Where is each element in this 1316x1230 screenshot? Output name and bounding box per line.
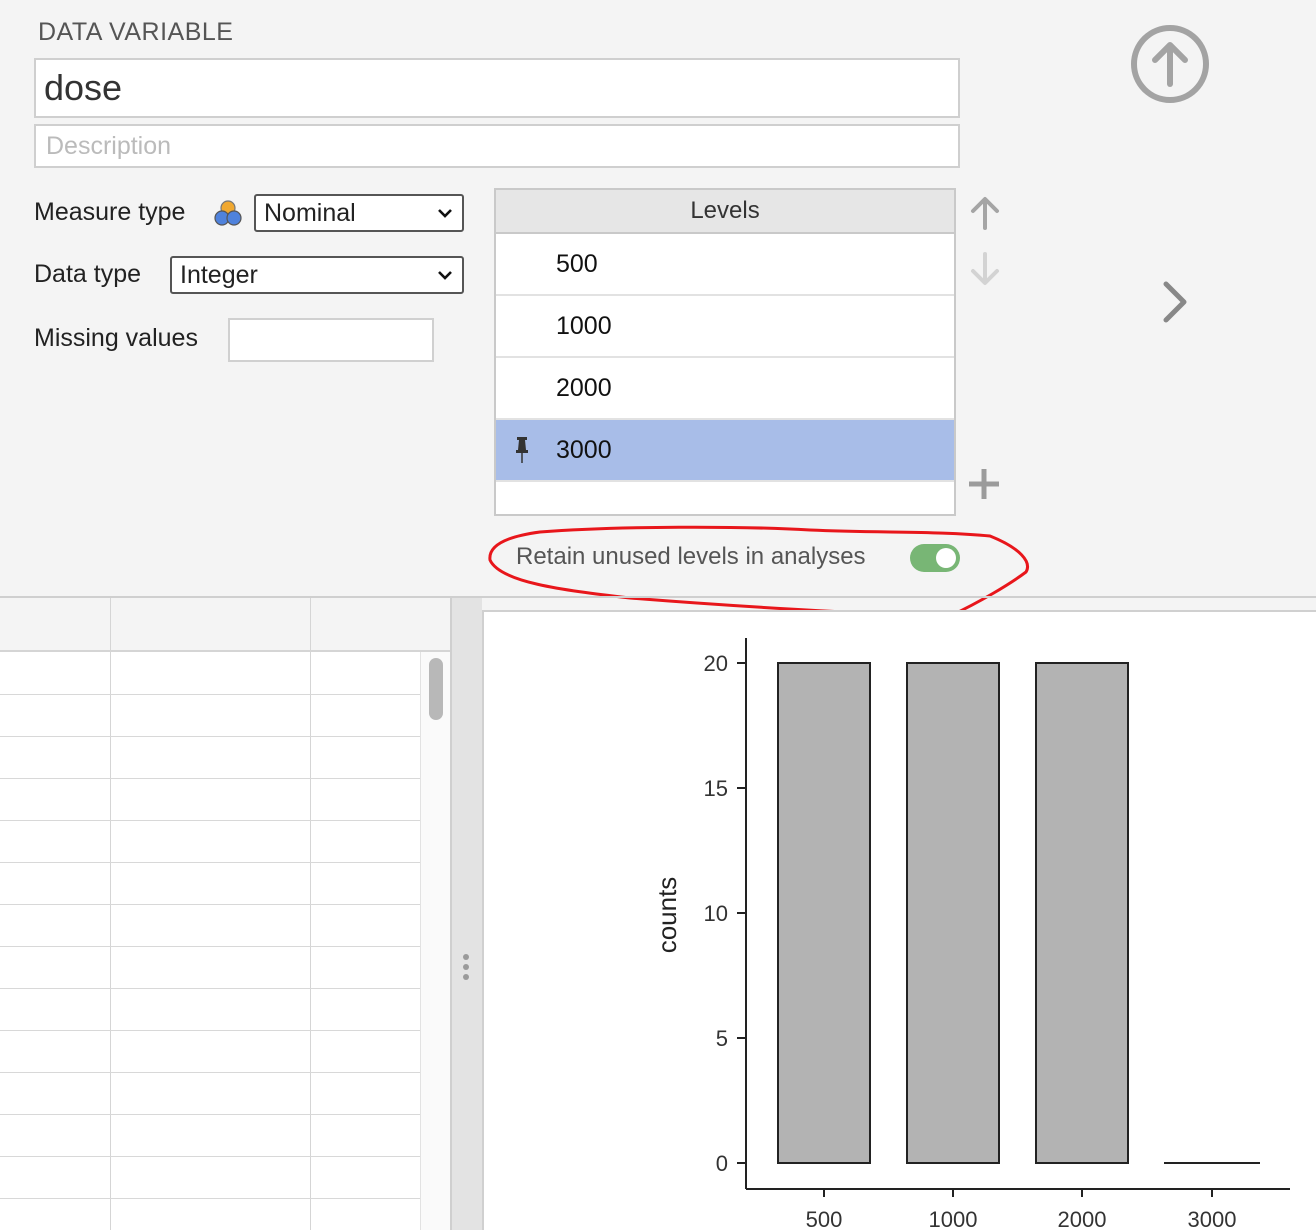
data-type-label: Data type (34, 260, 142, 288)
level-item[interactable]: 2000 (496, 358, 954, 420)
next-variable-button[interactable] (1158, 280, 1192, 324)
measure-type-select[interactable]: Nominal (254, 194, 464, 232)
add-level-button[interactable] (966, 466, 1002, 502)
row-divider (0, 1030, 420, 1031)
vertical-scrollbar[interactable] (420, 652, 450, 1230)
data-grid[interactable] (0, 598, 452, 1230)
move-up-arrow-icon (971, 197, 999, 230)
row-divider (0, 778, 420, 779)
chevron-down-icon (438, 271, 452, 280)
splitter-grip-dot (463, 964, 469, 970)
upload-circle-icon (1131, 25, 1209, 103)
measure-type-nominal-icon (212, 198, 244, 230)
header-divider (110, 598, 111, 650)
x-tick-label: 1000 (929, 1207, 978, 1230)
panel-splitter[interactable] (452, 598, 482, 1230)
bar (906, 662, 1000, 1164)
section-title: DATA VARIABLE (38, 18, 234, 46)
grid-column-headers (0, 598, 450, 652)
y-tick-label: 10 (704, 901, 728, 926)
splitter-grip-dot (463, 954, 469, 960)
y-axis-label: counts (652, 877, 682, 954)
move-down-arrow-icon (971, 252, 999, 285)
row-divider (0, 904, 420, 905)
missing-values-label: Missing values (34, 324, 198, 352)
pin-icon (516, 437, 528, 463)
y-tick-label: 15 (704, 776, 728, 801)
row-divider (0, 988, 420, 989)
x-tick-label: 2000 (1058, 1207, 1107, 1230)
row-divider (0, 1156, 420, 1157)
level-label: 1000 (556, 311, 612, 340)
levels-header: Levels (496, 190, 954, 234)
row-divider (0, 820, 420, 821)
measure-type-label: Measure type (34, 198, 186, 226)
bar-chart: counts 0 5 10 15 20 500 1000 2000 3000 (652, 638, 1290, 1230)
scrollbar-thumb[interactable] (429, 658, 443, 720)
row-divider (0, 1072, 420, 1073)
y-tick-label: 20 (704, 651, 728, 676)
levels-list: Levels 500 1000 2000 3000 (494, 188, 956, 516)
move-down-button[interactable] (966, 250, 1004, 288)
x-tick-label: 500 (806, 1207, 843, 1230)
measure-type-value: Nominal (264, 198, 356, 227)
row-divider (0, 1198, 420, 1199)
row-divider (0, 694, 420, 695)
column-divider (110, 652, 111, 1230)
row-divider (0, 862, 420, 863)
y-tick-label: 0 (716, 1151, 728, 1176)
chevron-down-icon (438, 209, 452, 218)
y-tick-label: 5 (716, 1026, 728, 1051)
move-up-button[interactable] (966, 194, 1004, 232)
level-item[interactable]: 1000 (496, 296, 954, 358)
next-chevron-icon (1163, 281, 1187, 323)
level-label: 2000 (556, 373, 612, 402)
plot-panel: counts 0 5 10 15 20 500 1000 2000 3000 (482, 610, 1316, 1230)
header-divider (310, 598, 311, 650)
variable-name-field[interactable] (34, 58, 960, 118)
bar (777, 662, 871, 1164)
data-type-select[interactable]: Integer (170, 256, 464, 294)
bar (1035, 662, 1129, 1164)
level-item[interactable]: 500 (496, 234, 954, 296)
upload-button[interactable] (1128, 22, 1212, 106)
row-divider (0, 1114, 420, 1115)
level-label: 500 (556, 249, 598, 278)
column-divider (310, 652, 311, 1230)
x-tick-label: 3000 (1188, 1207, 1237, 1230)
level-item-selected[interactable]: 3000 (496, 420, 954, 482)
add-level-plus-icon (969, 469, 999, 499)
level-label: 3000 (556, 435, 612, 464)
row-divider (0, 946, 420, 947)
missing-values-input[interactable] (228, 318, 434, 362)
data-type-value: Integer (180, 260, 258, 289)
description-field[interactable] (34, 124, 960, 168)
splitter-grip-dot (463, 974, 469, 980)
row-divider (0, 736, 420, 737)
